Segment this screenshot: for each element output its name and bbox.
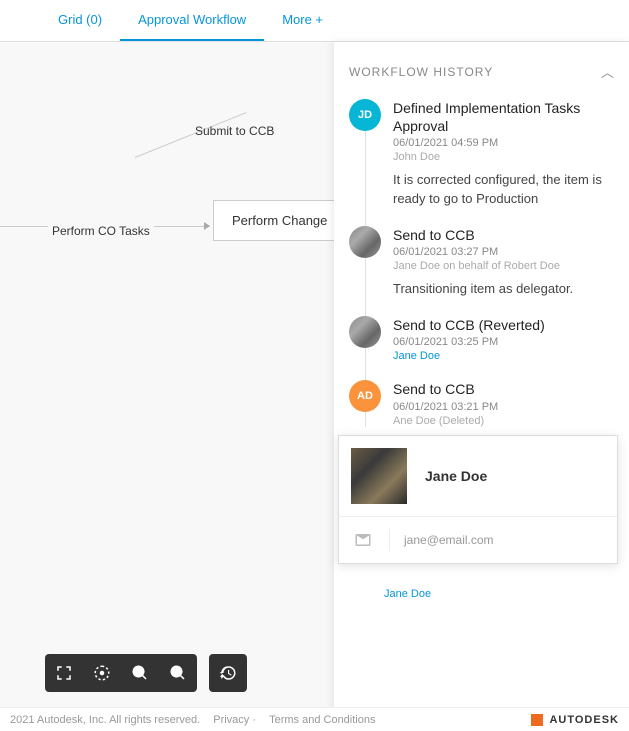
workflow-label-perform-co: Perform CO Tasks xyxy=(48,224,154,238)
tab-grid[interactable]: Grid (0) xyxy=(40,0,120,41)
fit-screen-button[interactable] xyxy=(45,654,83,692)
history-item-timestamp: 06/01/2021 03:21 PM xyxy=(393,401,614,413)
email-icon xyxy=(351,531,375,549)
history-item-title: Send to CCB (Reverted) xyxy=(393,316,614,334)
avatar xyxy=(349,316,381,348)
history-item-comment: Transitioning item as delegator. xyxy=(393,280,614,298)
history-item-comment: It is corrected configured, the item is … xyxy=(393,171,614,207)
workflow-label-submit: Submit to CCB xyxy=(195,124,274,138)
privacy-link[interactable]: Privacy xyxy=(213,714,249,726)
tabs-bar: Grid (0) Approval Workflow More + xyxy=(0,0,629,42)
brand-text: AUTODESK xyxy=(549,714,619,726)
arrow-icon xyxy=(204,222,210,230)
history-item-title: Defined Implementation Tasks Approval xyxy=(393,99,614,135)
history-items: JD Defined Implementation Tasks Approval… xyxy=(349,99,614,427)
autodesk-icon xyxy=(531,714,543,726)
canvas-toolbar xyxy=(45,654,247,692)
zoom-out-button[interactable] xyxy=(159,654,197,692)
history-item-user[interactable]: Jane Doe xyxy=(384,588,431,600)
toolbar-group-view xyxy=(45,654,197,692)
zoom-in-button[interactable] xyxy=(121,654,159,692)
avatar xyxy=(349,226,381,258)
history-title: WORKFLOW HISTORY xyxy=(349,65,493,79)
history-item-timestamp: 06/01/2021 04:59 PM xyxy=(393,137,614,149)
footer: 2021 Autodesk, Inc. All rights reserved.… xyxy=(0,707,629,731)
history-item-1: JD Defined Implementation Tasks Approval… xyxy=(349,99,614,208)
history-item-user[interactable]: Jane Doe xyxy=(393,350,614,362)
divider xyxy=(389,529,390,551)
history-item-timestamp: 06/01/2021 03:25 PM xyxy=(393,336,614,348)
terms-link[interactable]: Terms and Conditions xyxy=(269,714,375,726)
history-item-user: John Doe xyxy=(393,151,614,163)
avatar: JD xyxy=(349,99,381,131)
main-area: Submit to CCB Perform CO Tasks Perform C… xyxy=(0,42,629,712)
popover-email[interactable]: jane@email.com xyxy=(404,533,494,547)
collapse-icon[interactable]: ︿ xyxy=(601,62,614,81)
popover-avatar xyxy=(351,448,407,504)
avatar: AD xyxy=(349,380,381,412)
tab-approval-workflow[interactable]: Approval Workflow xyxy=(120,0,264,41)
history-item-user: Ane Doe (Deleted) xyxy=(393,415,614,427)
workflow-history-panel: WORKFLOW HISTORY ︿ JD Defined Implementa… xyxy=(334,42,629,712)
history-item-user: Jane Doe on behalf of Robert Doe xyxy=(393,260,614,272)
center-button[interactable] xyxy=(83,654,121,692)
history-item-title: Send to CCB xyxy=(393,226,614,244)
workflow-node-perform-change[interactable]: Perform Change xyxy=(213,200,346,241)
history-button[interactable] xyxy=(209,654,247,692)
autodesk-logo: AUTODESK xyxy=(531,714,619,726)
popover-name: Jane Doe xyxy=(425,468,487,484)
history-item-2: Send to CCB 06/01/2021 03:27 PM Jane Doe… xyxy=(349,226,614,298)
history-item-timestamp: 06/01/2021 03:27 PM xyxy=(393,246,614,258)
user-popover: Jane Doe jane@email.com xyxy=(338,435,618,564)
history-item-title: Send to CCB xyxy=(393,380,614,398)
toolbar-group-history xyxy=(209,654,247,692)
copyright-text: 2021 Autodesk, Inc. All rights reserved. xyxy=(10,714,200,726)
history-item-3: Send to CCB (Reverted) 06/01/2021 03:25 … xyxy=(349,316,614,362)
tab-more[interactable]: More + xyxy=(264,0,341,41)
history-item-4: AD Send to CCB 06/01/2021 03:21 PM Ane D… xyxy=(349,380,614,426)
